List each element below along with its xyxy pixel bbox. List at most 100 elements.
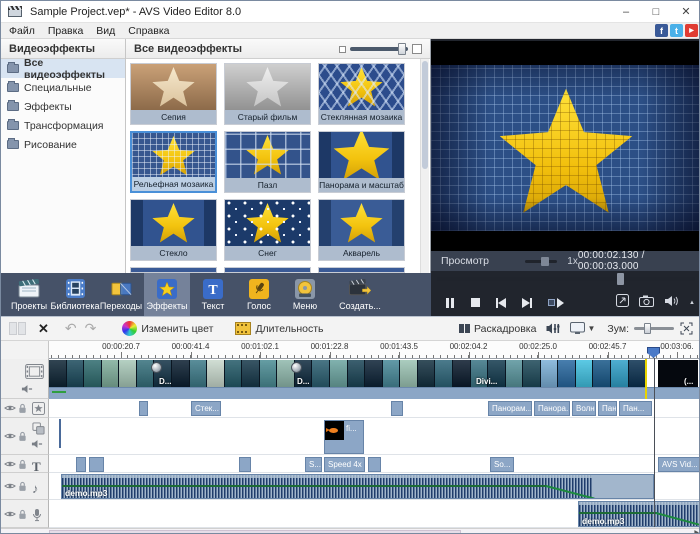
stop-button[interactable] [471,294,480,312]
effect-clip[interactable] [139,401,148,416]
video-thumbnail[interactable] [418,360,436,387]
text-clip-so[interactable]: So... [490,457,514,472]
video-thumbnail[interactable] [119,360,137,387]
tree-item-4[interactable]: Рисование [1,135,125,154]
volume-line[interactable] [62,485,547,487]
video-thumbnail[interactable] [67,360,85,387]
volume-icon[interactable] [664,294,679,312]
text-clip-speed4x[interactable]: Speed 4x [324,457,365,472]
timeline-horizontal-scrollbar[interactable]: ▶ [1,528,700,534]
lock-icon[interactable] [18,509,27,520]
display-mode-icon[interactable]: ▼ [570,322,595,335]
eye-icon[interactable] [4,404,16,412]
seek-handle[interactable] [617,273,624,285]
mixer-icon[interactable] [546,322,560,335]
fullscreen-icon[interactable] [616,294,629,312]
redo-icon[interactable]: ↷ [85,320,97,337]
effect-clip-волна[interactable]: Волна [572,401,596,416]
text-clip[interactable] [76,457,86,472]
maximize-button[interactable]: □ [641,1,671,22]
size-slider-track[interactable] [350,47,408,51]
video-thumbnail[interactable] [190,360,208,387]
video-thumbnail[interactable] [207,360,225,387]
video-thumbnail[interactable] [84,360,102,387]
twitter-icon[interactable]: t [670,24,683,37]
tree-item-1[interactable]: Специальные [1,78,125,97]
effect-clip-панорам[interactable]: Панорам... [488,401,532,416]
timeline-ruler[interactable]: 00:00:20.700:00:41.400:01:02.100:01:22.8… [1,341,700,359]
effect-clip-стек[interactable]: Стек... [191,401,221,416]
next-frame-button[interactable] [522,294,532,312]
effect-tile-glassmosaic[interactable]: Стеклянная мозаика [318,63,405,125]
tab-create[interactable]: Создать... [328,273,392,316]
video-thumbnail[interactable] [453,360,471,387]
video-thumbnail[interactable] [576,360,594,387]
video-thumbnail[interactable] [506,360,524,387]
video-thumbnail[interactable] [225,360,243,387]
pause-button[interactable] [445,294,455,312]
lock-icon[interactable] [18,481,27,492]
scrollbar-right-arrow[interactable]: ▶ [694,529,699,534]
scrollbar-thumb[interactable] [49,530,461,534]
video-clip-thumbnails[interactable] [49,360,646,387]
tab-transitions[interactable]: Переходы [98,273,144,316]
video-thumbnail[interactable] [383,360,401,387]
change-color-button[interactable]: Изменить цвет [122,321,213,336]
video-thumbnail[interactable] [49,360,67,387]
minimize-button[interactable]: – [611,1,641,22]
effect-tile-oldfilm[interactable]: Старый фильм [224,63,311,125]
effect-tile-snow[interactable]: Снег [224,199,311,261]
video-thumbnail[interactable] [558,360,576,387]
facebook-icon[interactable]: f [655,24,668,37]
eye-icon[interactable] [4,510,16,518]
eye-icon[interactable] [4,482,16,490]
video-thumbnail[interactable] [611,360,629,387]
effect-clip-пан[interactable]: Пан... [619,401,652,416]
delete-icon[interactable]: ✕ [38,321,49,337]
close-button[interactable]: ✕ [671,1,700,22]
snapshot-icon[interactable] [639,294,654,312]
youtube-icon[interactable]: ▶ [685,24,698,37]
video-thumbnail[interactable] [593,360,611,387]
tab-effects[interactable]: Эффекты [144,273,190,316]
collapse-arrow-icon[interactable]: ▲ [689,300,695,306]
zoom-slider[interactable] [634,327,674,330]
video-thumbnail[interactable] [330,360,348,387]
effect-tile-sepia[interactable]: Сепия [130,63,217,125]
thumbnail-size-slider[interactable] [339,44,422,54]
fit-timeline-icon[interactable] [680,322,693,335]
video-thumbnail[interactable] [312,360,330,387]
mute-speaker-icon[interactable] [21,384,33,394]
text-clip[interactable] [368,457,381,472]
effect-tile-glass[interactable]: Стекло [130,199,217,261]
video-thumbnail[interactable] [629,360,647,387]
playhead-line[interactable] [654,358,655,527]
menu-item-3[interactable]: Справка [128,25,169,37]
tree-item-3[interactable]: Трансформация [1,116,125,135]
effect-tile-puzzle[interactable]: Пазл [224,131,311,193]
lock-icon[interactable] [18,431,27,442]
video-thumbnail[interactable] [242,360,260,387]
speed-slider[interactable] [525,260,557,263]
video-thumbnail[interactable] [172,360,190,387]
duration-button[interactable]: Длительность [235,322,323,335]
seek-bar[interactable] [437,277,695,281]
video-thumbnail[interactable] [523,360,541,387]
overlay-clip-fish[interactable]: fi... [324,420,364,454]
track-content-overlay[interactable] [49,418,700,455]
zoom-slider-handle[interactable] [644,323,651,334]
split-icon[interactable] [9,322,26,335]
effect-clip-пан[interactable]: Пан... [598,401,617,416]
tab-voice[interactable]: Голос [236,273,282,316]
video-thumbnail[interactable] [400,360,418,387]
tree-item-0[interactable]: Все видеоэффекты [1,59,125,78]
lock-icon[interactable] [18,403,27,414]
effect-tile-reliefmosaic[interactable]: Рельефная мозаика [130,131,217,193]
video-thumbnail[interactable] [435,360,453,387]
video-thumbnail[interactable] [365,360,383,387]
menu-item-1[interactable]: Правка [48,25,83,37]
tab-clapper[interactable]: Проекты [6,273,52,316]
volume-line[interactable] [579,512,657,514]
video-thumbnail[interactable] [541,360,559,387]
text-clip[interactable] [239,457,251,472]
